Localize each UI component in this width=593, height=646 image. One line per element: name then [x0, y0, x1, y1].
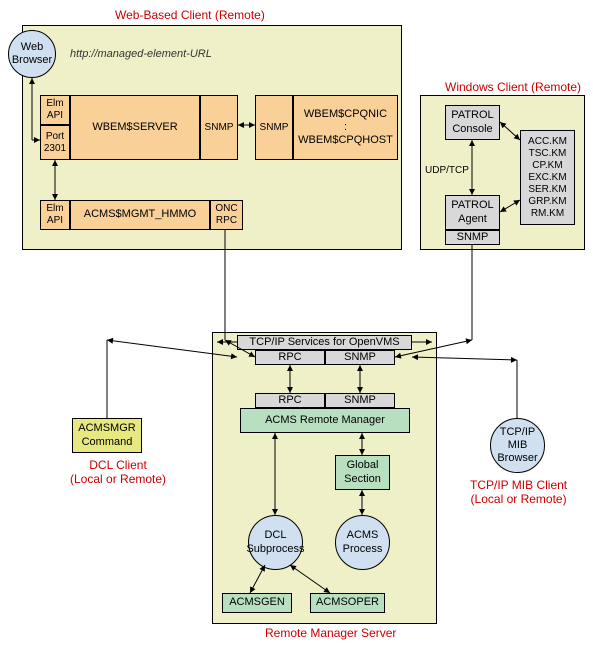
km-list-label: ACC.KM TSC.KM CP.KM EXC.KM SER.KM GRP.KM… [527, 135, 568, 221]
web-browser-label: Web Browser [11, 40, 53, 68]
cpq-box: WBEM$CPQNIC : WBEM$CPQHOST [293, 95, 398, 160]
elm-api-1: Elm API [40, 95, 70, 125]
acms-remote-manager-label: ACMS Remote Manager [264, 413, 386, 428]
title-web-client: Web-Based Client (Remote) [115, 8, 265, 22]
udp-tcp-label: UDP/TCP [425, 165, 469, 176]
snmp2-label: SNMP [343, 393, 377, 408]
rpc2-label: RPC [277, 393, 302, 408]
cpq-label: WBEM$CPQNIC : WBEM$CPQHOST [297, 107, 394, 149]
acmsmgr-command: ACMSMGR Command [72, 418, 142, 453]
onc-rpc: ONC RPC [210, 200, 243, 230]
snmp-out: SNMP [200, 95, 238, 160]
win-snmp: SNMP [445, 230, 500, 245]
km-list: ACC.KM TSC.KM CP.KM EXC.KM SER.KM GRP.KM… [520, 130, 575, 225]
patrol-console-label: PATROL Console [450, 108, 494, 136]
global-section: Global Section [335, 455, 390, 490]
tcpip-services-label: TCP/IP Services for OpenVMS [248, 335, 400, 350]
title-mib-client: TCP/IP MIB Client (Local or Remote) [470, 478, 567, 506]
snmp2: SNMP [325, 393, 395, 408]
managed-url: http://managed-element-URL [70, 48, 212, 60]
acms-remote-manager: ACMS Remote Manager [240, 408, 410, 433]
elm-api-2: Elm API [40, 200, 70, 230]
acmsoper-label: ACMSOPER [315, 595, 380, 610]
tcpip-services: TCP/IP Services for OpenVMS [237, 335, 412, 350]
title-dcl-client: DCL Client (Local or Remote) [70, 458, 166, 486]
acmsmgr-command-label: ACMSMGR Command [77, 421, 136, 449]
acms-process: ACMS Process [335, 515, 390, 570]
group-rms [212, 332, 437, 624]
mib-browser: TCP/IP MIB Browser [490, 418, 545, 473]
acmsgen-label: ACMSGEN [228, 595, 286, 610]
snmp-in: SNMP [255, 95, 293, 160]
acms-mgmt: ACMS$MGMT_HMMO [70, 200, 210, 230]
port-2301: Port 2301 [40, 125, 70, 160]
wbem-server: WBEM$SERVER [70, 95, 200, 160]
acmsoper: ACMSOPER [310, 593, 385, 613]
rpc1: RPC [255, 350, 325, 365]
title-rms: Remote Manager Server [265, 626, 396, 640]
dcl-subprocess-label: DCL Subprocess [245, 528, 305, 556]
mib-browser-label: TCP/IP MIB Browser [496, 425, 538, 467]
patrol-console: PATROL Console [445, 105, 500, 140]
snmp-in-label: SNMP [259, 121, 290, 135]
acmsgen: ACMSGEN [222, 593, 292, 613]
patrol-agent: PATROL Agent [445, 195, 500, 230]
global-section-label: Global Section [343, 458, 382, 486]
diagram-canvas: Web-Based Client (Remote) Web Browser ht… [0, 0, 593, 646]
snmp1-label: SNMP [343, 350, 377, 365]
acms-process-label: ACMS Process [342, 528, 384, 556]
elm-api-1-label: Elm API [45, 97, 64, 123]
onc-rpc-label: ONC RPC [214, 202, 238, 228]
snmp-out-label: SNMP [204, 121, 235, 135]
dcl-subprocess: DCL Subprocess [248, 515, 303, 570]
acms-mgmt-label: ACMS$MGMT_HMMO [83, 207, 197, 222]
elm-api-2-label: Elm API [45, 202, 64, 228]
win-snmp-label: SNMP [456, 230, 490, 245]
web-browser-node: Web Browser [8, 30, 56, 78]
snmp1: SNMP [325, 350, 395, 365]
rpc1-label: RPC [277, 350, 302, 365]
patrol-agent-label: PATROL Agent [450, 198, 494, 226]
wbem-server-label: WBEM$SERVER [91, 120, 178, 135]
port-2301-label: Port 2301 [43, 130, 67, 156]
rpc2: RPC [255, 393, 325, 408]
title-windows-client: Windows Client (Remote) [445, 80, 581, 94]
